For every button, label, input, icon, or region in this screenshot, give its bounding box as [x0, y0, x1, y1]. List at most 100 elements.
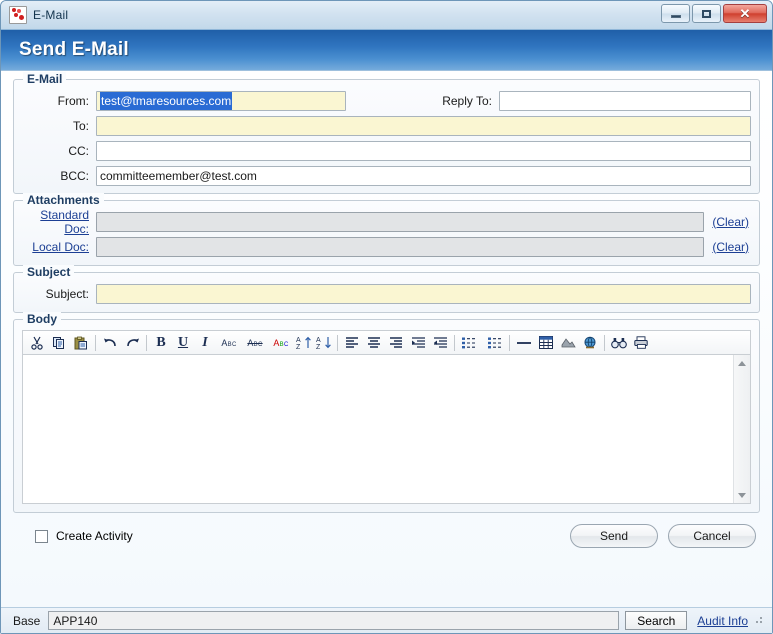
- standard-doc-clear-link[interactable]: (Clear): [704, 215, 751, 229]
- image-icon[interactable]: [557, 333, 579, 353]
- bcc-input[interactable]: [96, 165, 751, 186]
- scroll-up-icon: [738, 360, 746, 366]
- subject-label: Subject:: [45, 286, 89, 301]
- email-document-icon: [9, 6, 27, 24]
- attachments-group: Attachments Standard Doc: (Clear) Local …: [13, 193, 760, 266]
- local-doc-row: Local Doc: (Clear): [22, 236, 751, 257]
- close-button[interactable]: ✕: [723, 4, 767, 23]
- subject-row: Subject:: [22, 283, 751, 304]
- resize-grip-icon[interactable]: [752, 615, 764, 627]
- window-title: E-Mail: [33, 8, 69, 22]
- base-input[interactable]: [48, 611, 620, 630]
- minimize-icon: [670, 15, 681, 18]
- sort-descending-icon[interactable]: A Z: [314, 333, 334, 353]
- reply-to-input[interactable]: [499, 90, 751, 111]
- attachments-group-legend: Attachments: [23, 193, 104, 207]
- toolbar-separator: [95, 334, 96, 351]
- align-right-icon[interactable]: [385, 333, 407, 353]
- form-content: E-Mail From: test@tmaresources.com Reply…: [1, 71, 772, 607]
- standard-doc-row: Standard Doc: (Clear): [22, 208, 751, 236]
- to-input[interactable]: [96, 115, 751, 136]
- minimize-button[interactable]: [661, 4, 690, 23]
- align-center-icon[interactable]: [363, 333, 385, 353]
- close-icon: ✕: [739, 6, 751, 21]
- search-button[interactable]: Search: [625, 611, 688, 630]
- from-row: From: test@tmaresources.com Reply To:: [22, 90, 751, 111]
- undo-icon[interactable]: [99, 333, 121, 353]
- audit-info-link[interactable]: Audit Info: [697, 614, 748, 628]
- bcc-row: BCC:: [22, 165, 751, 186]
- standard-doc-link[interactable]: Standard Doc:: [22, 208, 96, 236]
- body-textarea[interactable]: [23, 355, 733, 503]
- editor-toolbar: B U I Abc Abc Abc A Z A Z: [22, 330, 751, 354]
- body-group-legend: Body: [23, 312, 61, 326]
- horizontal-rule-icon[interactable]: [513, 333, 535, 353]
- outdent-icon[interactable]: [429, 333, 451, 353]
- svg-text:A: A: [296, 337, 301, 344]
- svg-text:Z: Z: [296, 344, 301, 350]
- indent-icon[interactable]: [407, 333, 429, 353]
- bold-icon[interactable]: B: [150, 333, 172, 353]
- scroll-up-arrow[interactable]: [734, 355, 750, 371]
- strikethrough-icon[interactable]: Abc: [242, 333, 268, 353]
- email-group: E-Mail From: test@tmaresources.com Reply…: [13, 72, 760, 194]
- copy-icon[interactable]: [48, 333, 70, 353]
- redo-icon[interactable]: [121, 333, 143, 353]
- status-bar: Base Search Audit Info: [1, 607, 772, 633]
- toolbar-separator: [146, 334, 147, 351]
- numbered-list-icon[interactable]: [458, 333, 482, 353]
- create-activity-checkbox[interactable]: Create Activity: [35, 529, 133, 543]
- underline-icon[interactable]: U: [172, 333, 194, 353]
- send-button[interactable]: Send: [570, 524, 658, 548]
- cut-icon[interactable]: [26, 333, 48, 353]
- from-value: test@tmaresources.com: [100, 91, 233, 110]
- hyperlink-icon[interactable]: [579, 333, 601, 353]
- find-icon[interactable]: [608, 333, 630, 353]
- subject-group: Subject Subject:: [13, 265, 760, 313]
- from-label: From:: [57, 93, 89, 108]
- body-scrollbar[interactable]: [733, 355, 750, 503]
- bcc-label: BCC:: [60, 168, 89, 183]
- action-buttons: Send Cancel: [570, 524, 760, 548]
- to-label: To:: [72, 118, 89, 133]
- create-activity-label: Create Activity: [56, 529, 133, 543]
- cancel-button[interactable]: Cancel: [668, 524, 756, 548]
- cc-input[interactable]: [96, 140, 751, 161]
- page-title: Send E-Mail: [19, 39, 129, 60]
- cc-row: CC:: [22, 140, 751, 161]
- maximize-icon: [702, 9, 711, 18]
- local-doc-input[interactable]: [96, 236, 705, 257]
- form-actions: Create Activity Send Cancel: [13, 524, 760, 548]
- svg-text:Z: Z: [316, 344, 321, 350]
- page-header: Send E-Mail: [1, 29, 772, 71]
- email-window: E-Mail ✕ Send E-Mail E-Mail From: test@t…: [0, 0, 773, 634]
- from-input[interactable]: test@tmaresources.com: [96, 90, 346, 111]
- bulleted-list-icon[interactable]: [482, 333, 506, 353]
- subject-group-legend: Subject: [23, 265, 75, 279]
- reply-to-label: Reply To:: [442, 93, 492, 108]
- base-label: Base: [13, 613, 41, 628]
- window-controls: ✕: [661, 4, 767, 23]
- email-group-legend: E-Mail: [23, 72, 67, 86]
- paste-icon[interactable]: [70, 333, 92, 353]
- reply-to-wrap: Reply To:: [442, 90, 751, 111]
- toolbar-separator: [454, 334, 455, 351]
- spellcheck-icon[interactable]: Abc: [216, 333, 242, 353]
- local-doc-link[interactable]: Local Doc:: [22, 240, 96, 254]
- local-doc-clear-link[interactable]: (Clear): [704, 240, 751, 254]
- maximize-button[interactable]: [692, 4, 721, 23]
- font-color-icon[interactable]: Abc: [268, 333, 294, 353]
- standard-doc-input[interactable]: [96, 211, 705, 232]
- table-icon[interactable]: [535, 333, 557, 353]
- print-icon[interactable]: [630, 333, 652, 353]
- to-row: To:: [22, 115, 751, 136]
- align-left-icon[interactable]: [341, 333, 363, 353]
- window-titlebar: E-Mail ✕: [1, 1, 772, 29]
- svg-text:A: A: [316, 337, 321, 344]
- scroll-down-icon: [738, 492, 746, 498]
- subject-input[interactable]: [96, 283, 751, 304]
- italic-icon[interactable]: I: [194, 333, 216, 353]
- scroll-down-arrow[interactable]: [734, 487, 750, 503]
- checkbox-box-icon: [35, 529, 48, 543]
- sort-ascending-icon[interactable]: A Z: [294, 333, 314, 353]
